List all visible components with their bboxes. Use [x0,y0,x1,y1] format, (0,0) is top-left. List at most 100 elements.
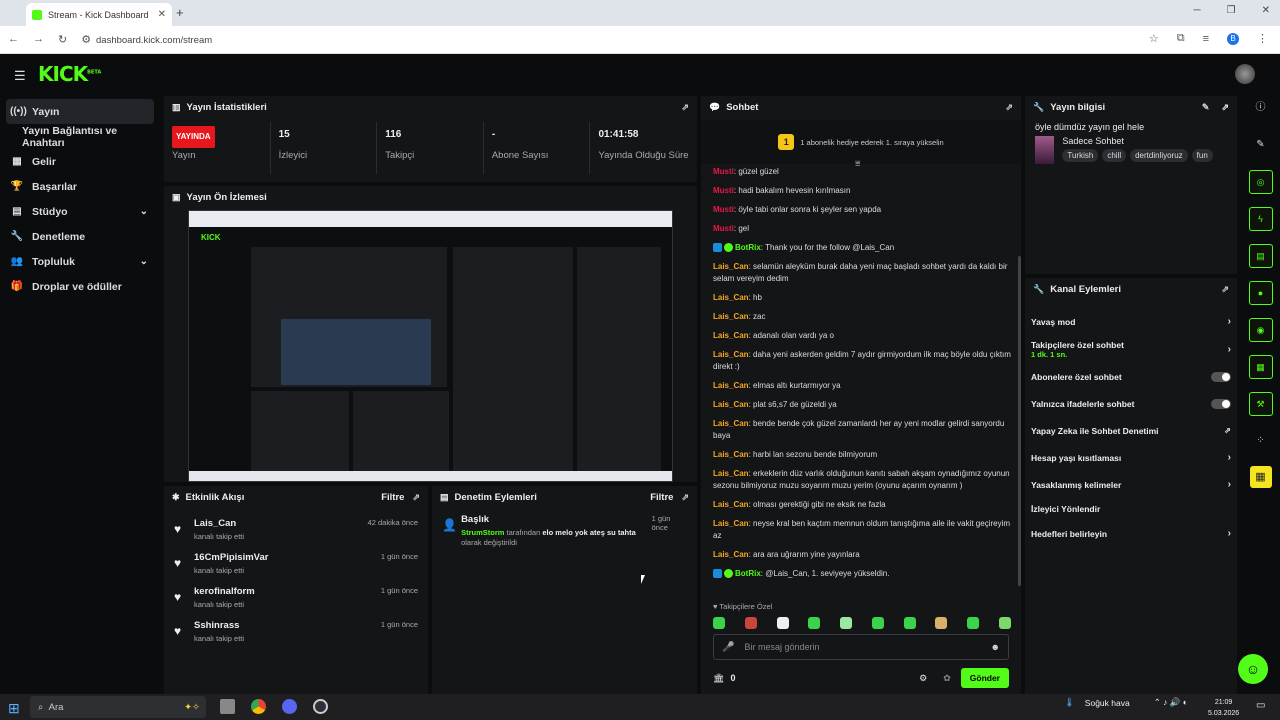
sidebar-item-community[interactable]: 👥 Topluluk ⌄ [0,249,160,274]
popout-icon[interactable]: ⇗ [681,102,689,113]
popout-icon[interactable]: ⇗ [1221,284,1229,295]
sidebar-item-stream[interactable]: ((•)) Yayın [6,99,154,124]
url-field[interactable]: dashboard.kick.com/stream [96,35,212,46]
edit-pencil-icon[interactable]: ✎ [1202,102,1210,113]
maximize-icon[interactable]: ❐ [1227,5,1236,16]
emote[interactable] [871,617,884,629]
new-tab-icon[interactable]: + [176,5,184,20]
info-icon[interactable]: ⓘ [1249,96,1273,120]
weather-text[interactable]: Soğuk hava [1085,698,1130,708]
chat-username[interactable]: Lais_Can [713,469,749,478]
taskbar-search[interactable]: ⌕ Ara ✦✧ [30,696,206,718]
lightning-icon[interactable]: ϟ [1248,207,1273,231]
sidebar-item-stream-key[interactable]: Yayın Bağlantısı ve Anahtarı [0,124,160,149]
reload-icon[interactable]: ↻ [58,33,67,46]
activity-user[interactable]: Lais_Can [194,518,244,529]
sidebar-item-studio[interactable]: ▤ Stüdyo ⌄ [0,199,160,224]
close-window-icon[interactable]: ✕ [1262,5,1270,16]
broadcast-rail-icon[interactable]: ◉ [1248,318,1273,342]
microphone-icon[interactable]: 🎤 [722,642,734,653]
emote[interactable] [808,617,821,629]
action-banned-words[interactable]: Yasaklanmış kelimeler › [1025,471,1237,498]
activity-user[interactable]: kerofinalform [194,586,255,597]
profile-avatar[interactable]: B [1227,32,1239,45]
notification-icon[interactable]: ▭ [1256,700,1265,711]
sidebar-item-revenue[interactable]: ▦ Gelir [0,149,160,174]
chat-input[interactable]: 🎤 Bir mesaj gönderin ☻ [713,634,1009,660]
clip-yellow-icon[interactable]: ▦ [1249,466,1272,488]
windows-start-icon[interactable]: ⊞ [8,700,20,717]
chat-username[interactable]: Lais_Can [713,450,749,459]
sidebar-item-drops[interactable]: 🎁 Droplar ve ödüller [0,274,160,299]
menu-kebab-icon[interactable]: ⋮ [1257,32,1268,45]
popout-icon[interactable]: ⇗ [681,492,689,503]
chat-username[interactable]: Lais_Can [713,262,749,271]
popout-icon[interactable]: ⇗ [1005,102,1013,113]
chat-username[interactable]: Lais_Can [713,400,749,409]
emoji-icon[interactable]: ☻ [991,642,1000,652]
chat-username[interactable]: Lais_Can [713,312,749,321]
user-avatar[interactable] [1235,64,1255,84]
stream-preview-video[interactable]: KICK [188,210,673,482]
filter-button[interactable]: Filtre [650,492,673,503]
action-account-age[interactable]: Hesap yaşı kısıtlaması › [1025,444,1237,471]
clapper-icon[interactable]: ▦ [1248,355,1273,379]
forward-icon[interactable]: → [33,33,44,46]
channel-points-icon[interactable]: 🏛 [713,673,724,684]
task-view-icon[interactable] [220,699,235,714]
sidebar-item-achievements[interactable]: 🏆 Başarılar [0,174,160,199]
chat-bubble-icon[interactable]: ● [1248,281,1273,305]
site-info-icon[interactable]: ⚙ [81,33,91,46]
toggle-switch[interactable] [1211,398,1231,409]
minimize-icon[interactable]: ─ [1194,5,1201,16]
action-followers-only[interactable]: Takipçilere özel sohbet 1 dk. 1 sn. › [1025,335,1237,363]
chat-scrollbar[interactable] [1018,256,1021,586]
emote-settings-icon[interactable]: ✿ [943,673,951,684]
emote[interactable] [744,617,757,629]
obs-icon[interactable] [313,699,328,714]
chat-username[interactable]: BotRix [735,569,761,578]
media-icon[interactable]: ≡ [1203,33,1209,45]
chat-settings-icon[interactable]: ⚙ [919,673,927,684]
emote[interactable] [840,617,853,629]
chat-username[interactable]: Musti [713,205,734,214]
activity-user[interactable]: Sshinrass [194,620,244,631]
browser-tab[interactable]: Stream - Kick Dashboard ✕ [26,3,172,26]
category-thumbnail[interactable] [1035,136,1055,164]
tray-icons[interactable]: ⌃ ♪ 🔊 ◐ [1154,697,1188,708]
action-host[interactable]: İzleyici Yönlendir [1025,498,1237,520]
chat-username[interactable]: Musti [713,224,734,233]
emote[interactable] [998,617,1011,629]
kick-logo[interactable]: KICKBETA [38,62,101,86]
action-goals[interactable]: Hedefleri belirleyin › [1025,520,1237,547]
bookmark-star-icon[interactable]: ☆ [1149,32,1159,45]
filter-button[interactable]: Filtre [381,492,404,503]
snapshot-icon[interactable]: ◎ [1248,170,1273,194]
popout-icon[interactable]: ⇗ [1221,102,1229,113]
action-slow-mode[interactable]: Yavaş mod › [1025,308,1237,335]
toggle-switch[interactable] [1211,371,1231,382]
moderation-user[interactable]: StrumStorm [461,528,504,537]
close-tab-icon[interactable]: ✕ [158,9,166,20]
taskbar-clock[interactable]: 21:09 5.03.2026 [1208,697,1239,719]
chat-username[interactable]: Lais_Can [713,500,749,509]
back-icon[interactable]: ← [8,33,19,46]
sidebar-item-moderation[interactable]: 🔧 Denetleme [0,224,160,249]
emote[interactable] [967,617,980,629]
emote[interactable] [713,617,725,629]
chat-username[interactable]: Musti [713,167,734,176]
clipboard-icon[interactable]: ▤ [1248,244,1273,268]
chat-username[interactable]: Lais_Can [713,419,749,428]
share-icon[interactable]: ⁘ [1249,429,1273,453]
gift-leaderboard-banner[interactable]: 1 1 abonelik hediye ederek 1. sıraya yüks… [701,120,1021,164]
send-button[interactable]: Gönder [960,668,1009,688]
emote[interactable] [935,617,948,629]
emote[interactable] [903,617,916,629]
wrench-rail-icon[interactable]: ⚒ [1248,392,1273,416]
chat-username[interactable]: Lais_Can [713,381,749,390]
action-emotes-only[interactable]: Yalnızca ifadelerle sohbet [1025,390,1237,417]
chat-username[interactable]: Lais_Can [713,519,749,528]
activity-user[interactable]: 16CmPipisimVar [194,552,268,563]
chat-username[interactable]: Lais_Can [713,350,749,359]
extensions-icon[interactable]: ⧉ [1177,32,1185,45]
